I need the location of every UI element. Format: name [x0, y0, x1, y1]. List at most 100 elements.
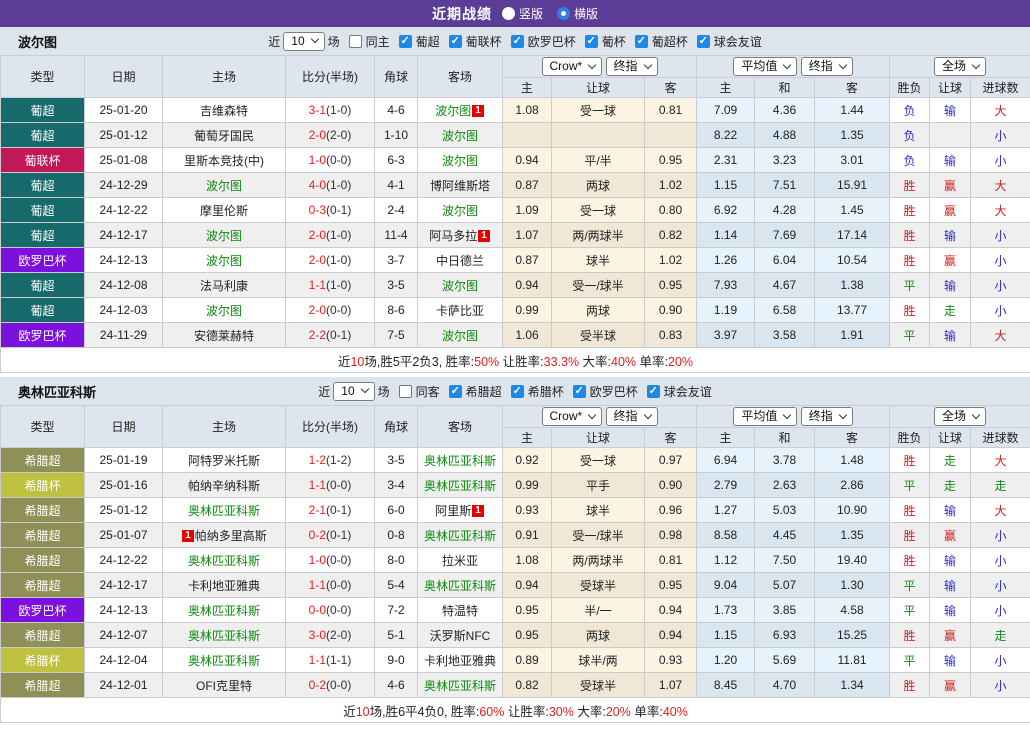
column-header: 日期 — [85, 56, 163, 98]
same-side-checkbox[interactable] — [349, 35, 362, 48]
match-row: 欧罗巴杯 24-11-29 安德莱赫特 2-2(0-1) 7-5 波尔图 1.0… — [1, 323, 1030, 348]
avg-away-odds: 1.48 — [815, 448, 890, 473]
match-row: 葡超 24-12-08 法马利康 1-1(1-0) 3-5 波尔图 0.94 受… — [1, 273, 1030, 298]
avg-home-odds: 1.20 — [697, 648, 755, 673]
match-date: 24-12-22 — [85, 548, 163, 573]
bookmaker-select[interactable]: Crow* — [542, 407, 603, 426]
average-final-select[interactable]: 终指 — [801, 57, 853, 76]
avg-away-odds: 1.35 — [815, 523, 890, 548]
handicap-home-odds: 0.87 — [503, 173, 552, 198]
home-team-cell: 阿特罗米托斯 — [163, 448, 286, 473]
match-row: 希腊杯 24-12-04 奥林匹亚科斯 1-1(1-1) 9-0 卡利地亚雅典 … — [1, 648, 1030, 673]
handicap-home-odds — [503, 123, 552, 148]
column-header: 主 — [697, 428, 755, 448]
chevron-down-icon — [588, 60, 596, 68]
handicap-home-odds: 0.92 — [503, 448, 552, 473]
avg-draw-odds: 3.58 — [755, 323, 815, 348]
away-team-cell: 特温特 — [418, 598, 503, 623]
column-header: 主 — [697, 78, 755, 98]
league-filter-checkbox[interactable]: ✓ — [647, 385, 660, 398]
avg-home-odds: 1.73 — [697, 598, 755, 623]
result-group-header: 全场 — [890, 406, 1030, 428]
recent-count-select[interactable]: 10 — [333, 382, 374, 401]
handicap-away-odds: 0.95 — [645, 573, 697, 598]
avg-draw-odds: 4.88 — [755, 123, 815, 148]
handicap-home-odds: 0.94 — [503, 148, 552, 173]
goals-result-cell: 小 — [971, 273, 1030, 298]
handicap-line: 平/半 — [552, 148, 645, 173]
league-filter-checkbox[interactable]: ✓ — [573, 385, 586, 398]
match-date: 25-01-16 — [85, 473, 163, 498]
handicap-line: 球半 — [552, 248, 645, 273]
match-row: 葡超 25-01-12 葡萄牙国民 2-0(2-0) 1-10 波尔图 8.22… — [1, 123, 1030, 148]
bookmaker-final-select[interactable]: 终指 — [606, 57, 658, 76]
home-team-cell: 奥林匹亚科斯 — [163, 548, 286, 573]
bookmaker-select[interactable]: Crow* — [542, 57, 603, 76]
average-select[interactable]: 平均值 — [733, 57, 797, 76]
layout-radio-vertical[interactable]: 竖版 — [502, 5, 543, 22]
same-side-checkbox[interactable] — [399, 385, 412, 398]
score-cell: 2-0(0-0) — [286, 298, 375, 323]
win-loss-cell: 负 — [890, 123, 930, 148]
league-filter-checkbox[interactable]: ✓ — [511, 385, 524, 398]
handicap-line: 半/一 — [552, 598, 645, 623]
league-filter-checkbox[interactable]: ✓ — [449, 385, 462, 398]
chevron-down-icon — [310, 35, 318, 43]
team-results-section: 波尔图 近 10 场 同主 ✓葡超✓葡联杯✓欧罗巴杯✓葡杯✓葡超杯✓球会友谊 类… — [0, 27, 1030, 373]
handicap-line: 受一球 — [552, 198, 645, 223]
match-row: 希腊超 25-01-12 奥林匹亚科斯 2-1(0-1) 6-0 阿里斯1 0.… — [1, 498, 1030, 523]
away-team-cell: 中日德兰 — [418, 248, 503, 273]
handicap-line: 受一球 — [552, 448, 645, 473]
win-loss-cell: 胜 — [890, 623, 930, 648]
radio-selected-icon — [557, 7, 570, 20]
corners-cell: 4-6 — [375, 673, 418, 698]
goals-result-cell: 大 — [971, 198, 1030, 223]
handicap-away-odds: 0.83 — [645, 323, 697, 348]
avg-away-odds: 19.40 — [815, 548, 890, 573]
league-badge: 欧罗巴杯 — [1, 248, 85, 273]
league-filter-checkbox[interactable]: ✓ — [697, 35, 710, 48]
filter-controls: 近 10 场 同客 ✓希腊超✓希腊杯✓欧罗巴杯✓球会友谊 — [318, 382, 711, 401]
red-card-badge: 1 — [478, 230, 490, 242]
scope-select[interactable]: 全场 — [934, 407, 986, 426]
average-select[interactable]: 平均值 — [733, 407, 797, 426]
recent-count-select[interactable]: 10 — [283, 32, 324, 51]
avg-away-odds: 11.81 — [815, 648, 890, 673]
handicap-line: 两/两球半 — [552, 223, 645, 248]
match-row: 希腊超 24-12-01 OFI克里特 0-2(0-0) 4-6 奥林匹亚科斯 … — [1, 673, 1030, 698]
home-team-cell: 吉维森特 — [163, 98, 286, 123]
column-header: 让球 — [930, 78, 971, 98]
handicap-result-cell: 输 — [930, 273, 971, 298]
handicap-away-odds: 0.97 — [645, 448, 697, 473]
goals-result-cell: 小 — [971, 248, 1030, 273]
bookmaker-final-select[interactable]: 终指 — [606, 407, 658, 426]
handicap-home-odds: 1.06 — [503, 323, 552, 348]
league-filter-checkbox[interactable]: ✓ — [511, 35, 524, 48]
goals-result-cell: 小 — [971, 223, 1030, 248]
away-team-cell: 阿马多拉1 — [418, 223, 503, 248]
scope-select[interactable]: 全场 — [934, 57, 986, 76]
column-header: 角球 — [375, 406, 418, 448]
handicap-line: 平手 — [552, 473, 645, 498]
handicap-line: 受一/球半 — [552, 273, 645, 298]
team-name: OFI克里特 — [196, 679, 252, 693]
league-filter-checkbox[interactable]: ✓ — [449, 35, 462, 48]
avg-draw-odds: 5.03 — [755, 498, 815, 523]
avg-draw-odds: 6.04 — [755, 248, 815, 273]
team-tables-container: 波尔图 近 10 场 同主 ✓葡超✓葡联杯✓欧罗巴杯✓葡杯✓葡超杯✓球会友谊 类… — [0, 27, 1030, 723]
team-name: 奥林匹亚科斯 — [188, 654, 260, 668]
score-cell: 1-1(0-0) — [286, 473, 375, 498]
league-filter-checkbox[interactable]: ✓ — [399, 35, 412, 48]
recent-results-page: 近期战绩 竖版 横版 波尔图 近 10 场 同主 ✓葡超✓葡联杯✓欧罗巴杯✓葡杯… — [0, 0, 1030, 732]
league-filter-label: 希腊超 — [466, 383, 502, 400]
average-odds-group-header: 平均值 终指 — [697, 406, 890, 428]
league-filter-checkbox[interactable]: ✓ — [635, 35, 648, 48]
match-row: 希腊超 24-12-17 卡利地亚雅典 1-1(0-0) 5-4 奥林匹亚科斯 … — [1, 573, 1030, 598]
league-filter-checkbox[interactable]: ✓ — [585, 35, 598, 48]
avg-home-odds: 6.92 — [697, 198, 755, 223]
average-final-select[interactable]: 终指 — [801, 407, 853, 426]
team-name: 摩里伦斯 — [200, 204, 248, 218]
layout-radio-horizontal[interactable]: 横版 — [557, 5, 598, 22]
home-team-cell: 法马利康 — [163, 273, 286, 298]
match-row: 希腊超 25-01-07 1帕纳多里高斯 0-2(0-1) 0-8 奥林匹亚科斯… — [1, 523, 1030, 548]
